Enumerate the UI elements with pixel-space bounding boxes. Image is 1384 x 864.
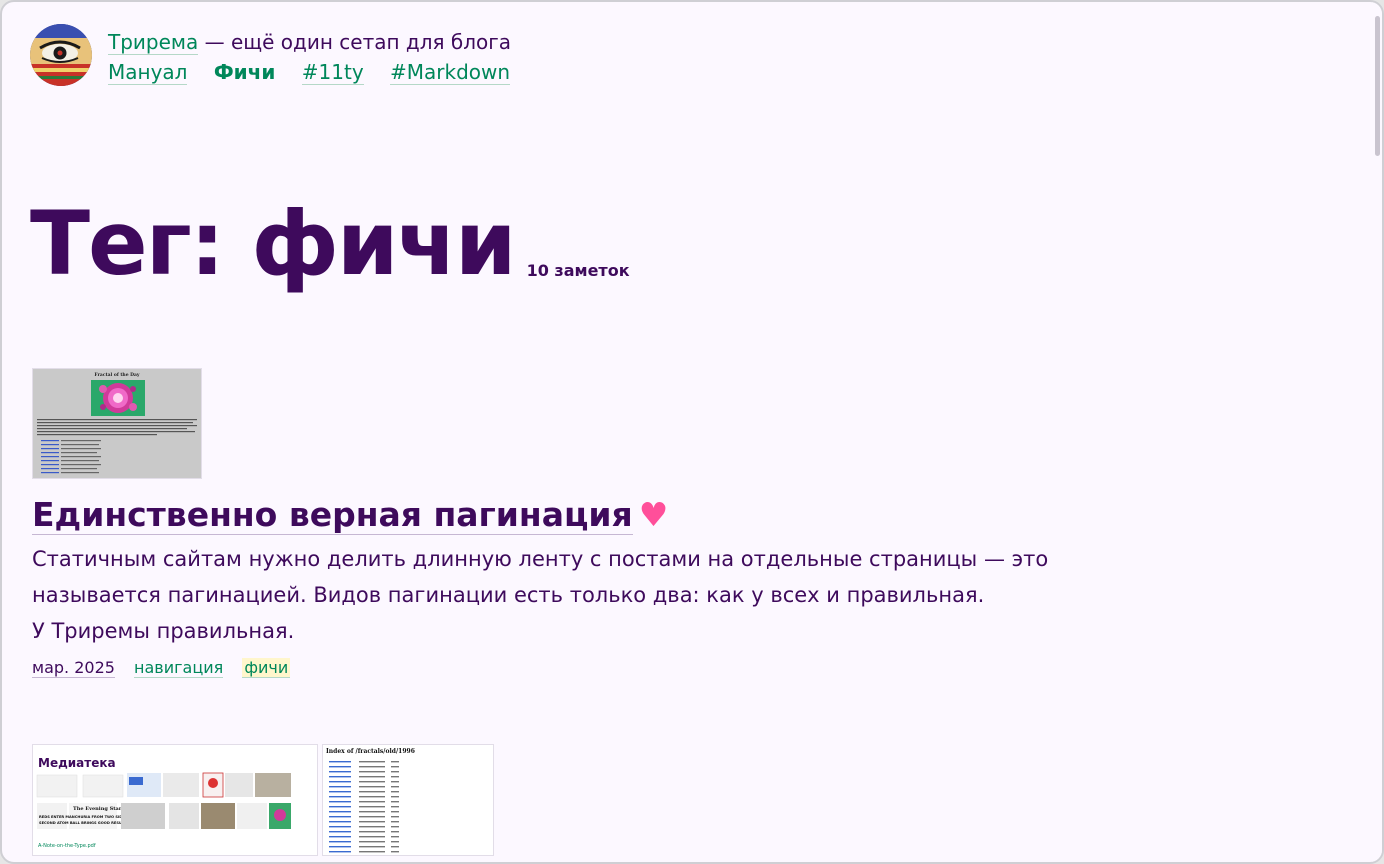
file-caption: A-Note-on-the-Type.pdf [38, 843, 96, 849]
post-excerpt: Статичным сайтам нужно делить длинную ле… [32, 541, 1052, 649]
browser-viewport: Трирема — ещё один сетап для блога Мануа… [0, 0, 1384, 864]
thumbnail-heading: Index of /fractals/old/1996 [326, 748, 415, 755]
post-thumbnail[interactable]: Медиатека The Evening Star REDS ENTER MA… [32, 744, 318, 856]
newspaper-masthead: The Evening Star [73, 806, 122, 812]
avatar[interactable] [30, 24, 92, 86]
post-card: Медиатека The Evening Star REDS ENTER MA… [32, 744, 1052, 856]
thumbnail-heading: Fractal of the Day [94, 372, 140, 378]
excerpt-line: У Триремы правильная. [32, 619, 295, 643]
site-name-link[interactable]: Трирема [108, 30, 199, 55]
post-title-link[interactable]: Единственно верная пагинация [32, 495, 633, 535]
heart-icon: ♥ [638, 495, 669, 534]
excerpt-line: Статичным сайтам нужно делить длинную ле… [32, 547, 1049, 571]
newspaper-headline: REDS ENTER MANCHURIA FROM TWO SIDES [39, 815, 128, 819]
tag-link-features[interactable]: фичи [242, 658, 291, 678]
post-thumbnail[interactable]: Fractal of the Day [32, 368, 202, 479]
notes-count: 10 заметок [526, 261, 630, 280]
site-tagline: Трирема — ещё один сетап для блога [108, 28, 530, 56]
post-title: Единственно верная пагинация ♥ [32, 493, 1052, 537]
tagline-text: — ещё один сетап для блога [198, 30, 512, 54]
excerpt-line: называется пагинацией. Видов пагинации е… [32, 583, 985, 607]
nav-link-11ty[interactable]: #11ty [301, 60, 364, 85]
tag-link-navigation[interactable]: навигация [134, 658, 224, 678]
site-header: Трирема — ещё один сетап для блога Мануа… [30, 24, 530, 88]
post-card: Fractal of the Day Единственно верная па… [32, 368, 1052, 679]
newspaper-headline: SECOND ATOM BALL BRINGS GOOD RESULTS [39, 821, 129, 825]
scrollbar[interactable] [1372, 2, 1382, 862]
nav-link-manual[interactable]: Мануал [108, 60, 188, 85]
avatar-eye-icon [30, 24, 92, 86]
page-title: Тег: фичи 10 заметок [30, 196, 630, 292]
post-thumbnail[interactable]: Index of /fractals/old/1996 [322, 744, 494, 856]
nav-link-features[interactable]: Фичи [214, 60, 276, 84]
post-thumbnails: Медиатека The Evening Star REDS ENTER MA… [32, 744, 1052, 856]
nav-link-markdown[interactable]: #Markdown [390, 60, 511, 85]
site-nav: Мануал Фичи #11ty #Markdown [108, 58, 530, 86]
page-title-text: Тег: фичи [30, 192, 517, 295]
post-meta: мар. 2025 навигация фичи [32, 657, 1052, 679]
post-date: мар. 2025 [32, 658, 115, 678]
scrollbar-thumb[interactable] [1375, 16, 1380, 156]
thumbnail-heading: Медиатека [38, 756, 116, 770]
